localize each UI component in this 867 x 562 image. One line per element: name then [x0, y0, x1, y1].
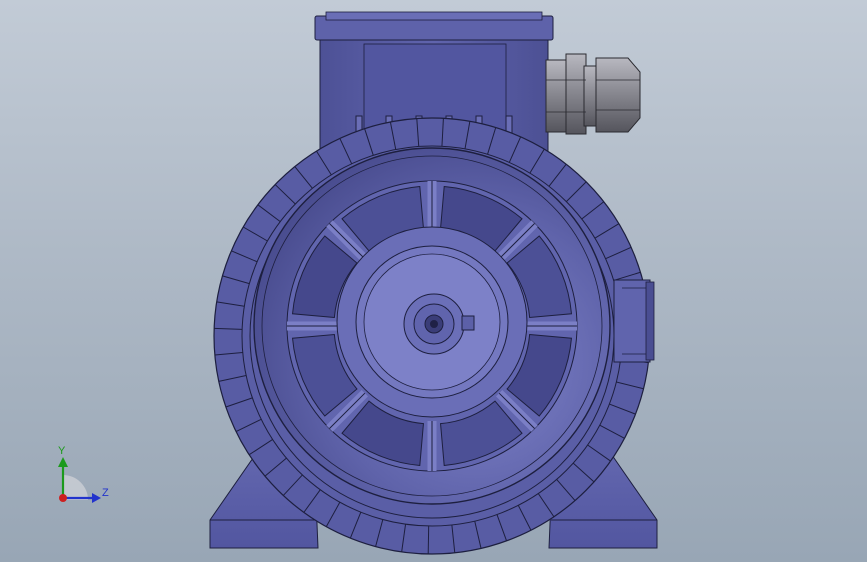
y-axis-label: Y [58, 445, 66, 457]
side-lug [613, 279, 655, 363]
cable-gland [545, 53, 641, 135]
motor-model[interactable]: Y Z [0, 0, 867, 562]
z-axis-label: Z [102, 487, 109, 499]
x-axis-arrow-icon [59, 494, 67, 502]
axis-triad[interactable]: Y Z [58, 445, 109, 503]
cad-viewport[interactable]: Y Z [0, 0, 867, 562]
